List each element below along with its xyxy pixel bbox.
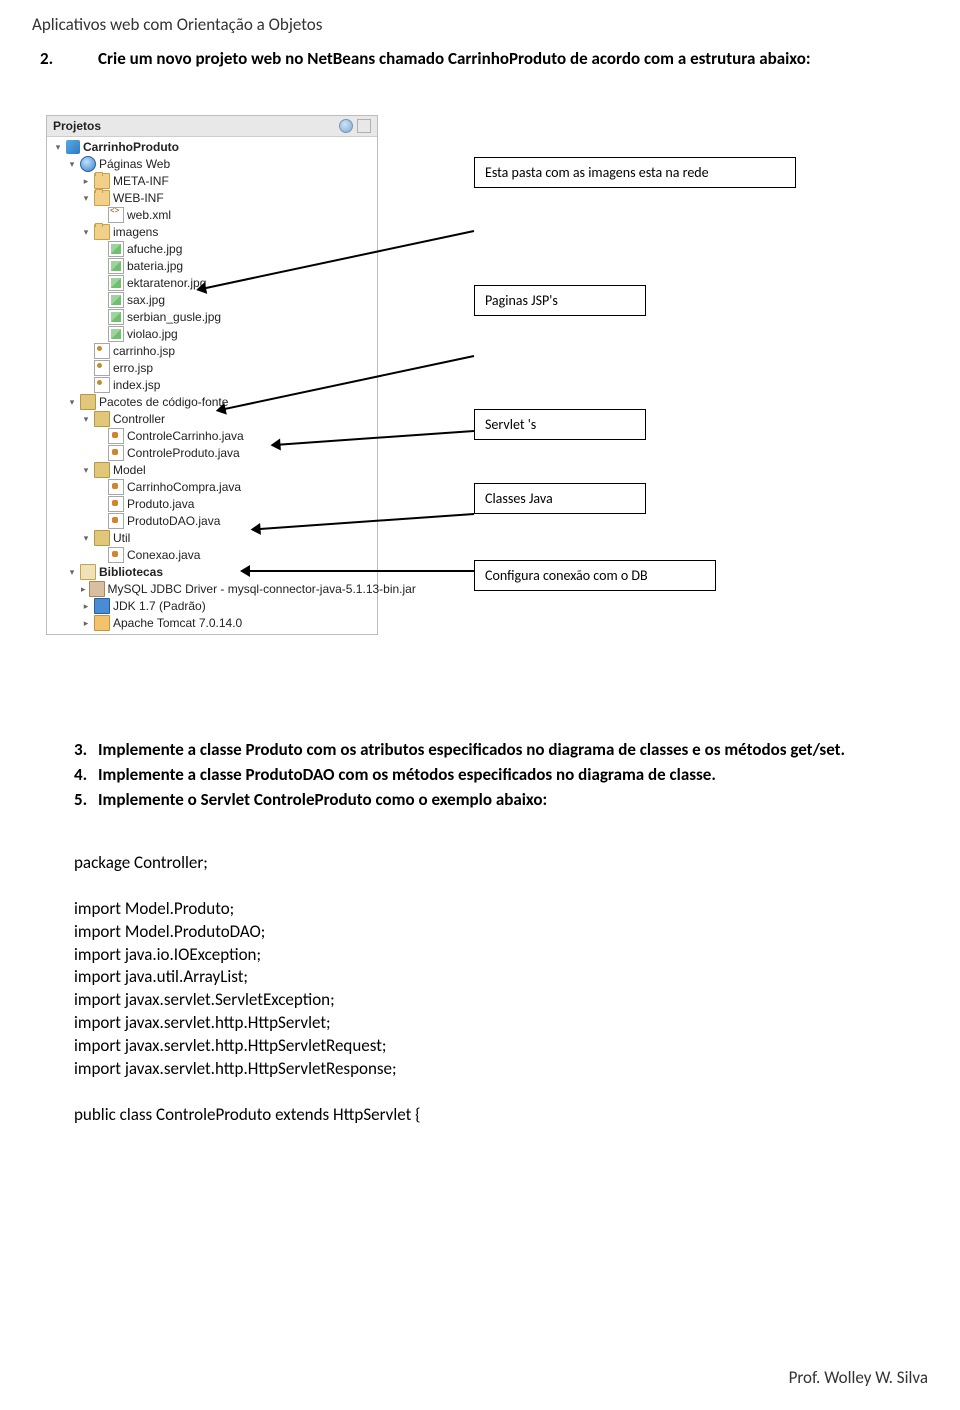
image-file-icon	[108, 292, 124, 308]
image-file-icon	[108, 326, 124, 342]
code-import: import javax.servlet.http.HttpServlet;	[74, 1012, 886, 1035]
tree-jsp-file[interactable]: carrinho.jsp	[113, 344, 175, 358]
image-file-icon	[108, 309, 124, 325]
tree-controller[interactable]: Controller	[113, 412, 165, 426]
tree-img-file[interactable]: serbian_gusle.jpg	[127, 310, 221, 324]
code-import: import Model.ProdutoDAO;	[74, 921, 886, 944]
tree-java-file[interactable]: Produto.java	[127, 497, 194, 511]
code-import: import java.util.ArrayList;	[74, 966, 886, 989]
image-file-icon	[108, 241, 124, 257]
jsp-file-icon	[94, 360, 110, 376]
tree-img-file[interactable]: violao.jpg	[127, 327, 178, 341]
code-block: package Controller; import Model.Produto…	[74, 852, 886, 1127]
step-3: 3.Implemente a classe Produto com os atr…	[74, 739, 886, 762]
package-icon	[94, 530, 110, 546]
arrow-conexao	[244, 570, 474, 572]
web-pages-icon	[80, 156, 96, 172]
step-5: 5.Implemente o Servlet ControleProduto c…	[74, 789, 886, 812]
tree-jsp-file[interactable]: erro.jsp	[113, 361, 153, 375]
projects-panel: Projetos ▾CarrinhoProduto ▾Páginas Web ▸…	[46, 115, 378, 635]
project-icon	[66, 140, 80, 154]
jsp-file-icon	[94, 377, 110, 393]
code-class-decl: public class ControleProduto extends Htt…	[74, 1104, 886, 1127]
java-file-icon	[108, 513, 124, 529]
tree-img-file[interactable]: sax.jpg	[127, 293, 165, 307]
steps-3-5: 3.Implemente a classe Produto com os atr…	[74, 739, 886, 812]
tree-java-file[interactable]: ProdutoDAO.java	[127, 514, 220, 528]
folder-icon	[94, 224, 110, 240]
projects-panel-title-bar: Projetos	[47, 116, 377, 137]
tree-lib-item[interactable]: Apache Tomcat 7.0.14.0	[113, 616, 242, 630]
tree-root[interactable]: CarrinhoProduto	[83, 140, 179, 154]
tree-jsp-file[interactable]: index.jsp	[113, 378, 160, 392]
tree-meta-inf[interactable]: META-INF	[113, 174, 169, 188]
java-file-icon	[108, 479, 124, 495]
tree-img-file[interactable]: afuche.jpg	[127, 242, 182, 256]
tree-paginas-web[interactable]: Páginas Web	[99, 157, 170, 171]
callout-servlets: Servlet 's	[474, 409, 646, 440]
xml-file-icon	[108, 207, 124, 223]
tree-java-file[interactable]: Conexao.java	[127, 548, 200, 562]
folder-icon	[94, 173, 110, 189]
source-packages-icon	[80, 394, 96, 410]
page-header: Aplicativos web com Orientação a Objetos	[32, 14, 322, 35]
java-file-icon	[108, 428, 124, 444]
callout-imagens: Esta pasta com as imagens esta na rede	[474, 157, 796, 188]
tree-web-xml[interactable]: web.xml	[127, 208, 171, 222]
tree-java-file[interactable]: ControleProduto.java	[127, 446, 240, 460]
callout-classes: Classes Java	[474, 483, 646, 514]
step-2-number: 2.	[74, 48, 98, 71]
tree-java-file[interactable]: CarrinhoCompra.java	[127, 480, 241, 494]
folder-icon	[94, 190, 110, 206]
java-file-icon	[108, 445, 124, 461]
image-file-icon	[108, 275, 124, 291]
java-file-icon	[108, 496, 124, 512]
jdk-icon	[94, 598, 110, 614]
step-2-text: Crie um novo projeto web no NetBeans cha…	[98, 48, 811, 69]
step-4: 4.Implemente a classe ProdutoDAO com os …	[74, 764, 886, 787]
tree-lib-item[interactable]: MySQL JDBC Driver - mysql-connector-java…	[108, 582, 416, 596]
code-import: import Model.Produto;	[74, 898, 886, 921]
code-import: import java.io.IOException;	[74, 944, 886, 967]
window-icon	[339, 119, 353, 133]
callout-conexao: Configura conexão com o DB	[474, 560, 716, 591]
jar-icon	[89, 581, 105, 597]
libraries-icon	[80, 564, 96, 580]
tree-java-file[interactable]: ControleCarrinho.java	[127, 429, 244, 443]
tree-util[interactable]: Util	[113, 531, 130, 545]
code-import: import javax.servlet.http.HttpServletReq…	[74, 1035, 886, 1058]
tree-bibliotecas[interactable]: Bibliotecas	[99, 565, 163, 579]
java-file-icon	[108, 547, 124, 563]
figure-wrap: Projetos ▾CarrinhoProduto ▾Páginas Web ▸…	[74, 115, 886, 725]
code-import: import javax.servlet.http.HttpServletRes…	[74, 1058, 886, 1081]
package-icon	[94, 462, 110, 478]
package-icon	[94, 411, 110, 427]
callout-jsp: Paginas JSP's	[474, 285, 646, 316]
tree-lib-item[interactable]: JDK 1.7 (Padrão)	[113, 599, 206, 613]
jsp-file-icon	[94, 343, 110, 359]
code-import: import javax.servlet.ServletException;	[74, 989, 886, 1012]
tomcat-icon	[94, 615, 110, 631]
page-footer: Prof. Wolley W. Silva	[789, 1367, 928, 1388]
close-icon	[357, 119, 371, 133]
tree-web-inf[interactable]: WEB-INF	[113, 191, 164, 205]
tree-imagens[interactable]: imagens	[113, 225, 158, 239]
tree-model[interactable]: Model	[113, 463, 146, 477]
image-file-icon	[108, 258, 124, 274]
step-2: 2.Crie um novo projeto web no NetBeans c…	[74, 48, 886, 71]
code-package: package Controller;	[74, 852, 886, 875]
tree-img-file[interactable]: bateria.jpg	[127, 259, 183, 273]
projects-panel-title: Projetos	[53, 119, 101, 133]
